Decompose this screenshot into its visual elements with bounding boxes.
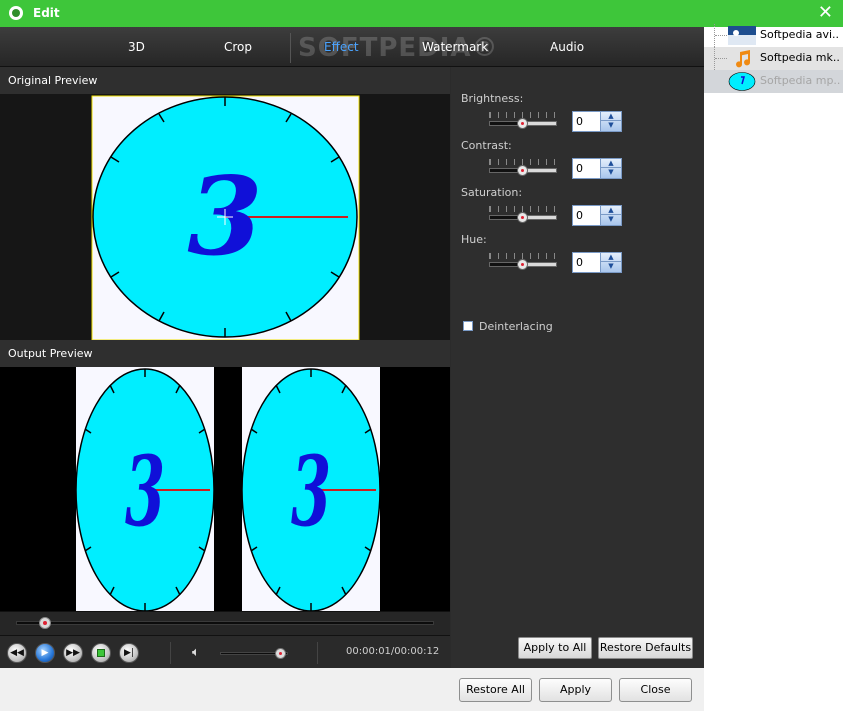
controls-divider: [317, 642, 318, 664]
effect-panel: Brightness: 0 ▲ ▼ Contrast: 0 ▲ ▼ Saturati…: [451, 67, 704, 668]
video-thumbnail-icon: [728, 26, 756, 45]
tab-effect[interactable]: Effect: [324, 40, 359, 54]
output-preview-image: 3 3: [64, 367, 388, 612]
controls-divider: [170, 642, 171, 664]
hue-slider[interactable]: [489, 253, 557, 271]
apply-to-all-button[interactable]: Apply to All: [518, 637, 592, 659]
file-list-item[interactable]: Softpedia avi....: [704, 24, 843, 47]
file-list-item[interactable]: Softpedia mp...: [704, 70, 843, 93]
spin-up-icon[interactable]: ▲: [601, 159, 621, 168]
seek-bar-area: [0, 611, 450, 635]
original-preview-image: 3: [91, 95, 360, 341]
restore-defaults-button[interactable]: Restore Defaults: [598, 637, 693, 659]
clock-thumbnail-icon: [728, 72, 756, 91]
spin-down-icon[interactable]: ▼: [601, 121, 621, 130]
file-name: Softpedia mp...: [760, 74, 840, 87]
spin-down-icon[interactable]: ▼: [601, 262, 621, 271]
window-title: Edit: [33, 6, 60, 20]
music-note-icon: [736, 50, 751, 68]
file-name: Softpedia avi....: [760, 28, 840, 41]
tree-connector: [714, 47, 728, 70]
contrast-label: Contrast:: [461, 139, 512, 152]
tab-crop[interactable]: Crop: [224, 40, 252, 54]
file-list-item[interactable]: Softpedia mk...: [704, 47, 843, 70]
hue-label: Hue:: [461, 233, 487, 246]
spin-up-icon[interactable]: ▲: [601, 253, 621, 262]
editor-area: 3D Crop SOFTPEDIA® Effect Watermark Audi…: [0, 27, 704, 668]
contrast-slider[interactable]: [489, 159, 557, 177]
stop-icon: [97, 649, 105, 657]
brightness-spinner[interactable]: 0 ▲ ▼: [572, 111, 622, 132]
next-frame-icon[interactable]: ▶|: [119, 643, 139, 663]
stop-button[interactable]: [91, 643, 111, 663]
tab-divider: [290, 33, 291, 63]
brightness-slider[interactable]: [489, 112, 557, 130]
seek-track[interactable]: [16, 621, 434, 625]
hue-spinner[interactable]: 0 ▲ ▼: [572, 252, 622, 273]
contrast-spinner[interactable]: 0 ▲ ▼: [572, 158, 622, 179]
spin-up-icon[interactable]: ▲: [601, 206, 621, 215]
preview-panel: Original Preview 3 Output Preview 3 3 ◀◀…: [0, 67, 450, 668]
apply-button[interactable]: Apply: [539, 678, 612, 702]
spin-down-icon[interactable]: ▼: [601, 215, 621, 224]
brightness-label: Brightness:: [461, 92, 524, 105]
brightness-value[interactable]: 0: [576, 115, 583, 128]
play-icon[interactable]: ▶: [35, 643, 55, 663]
original-preview: 3: [0, 94, 450, 341]
restore-all-button[interactable]: Restore All: [459, 678, 532, 702]
output-preview: 3 3: [0, 367, 450, 612]
saturation-value[interactable]: 0: [576, 209, 583, 222]
app-logo-icon: [9, 6, 23, 20]
title-bar: Edit ✕: [0, 0, 843, 27]
file-name: Softpedia mk...: [760, 51, 840, 64]
forward-icon[interactable]: ▶▶: [63, 643, 83, 663]
file-list: Softpedia avi.... Softpedia mk... Softpe…: [704, 24, 843, 711]
tab-audio[interactable]: Audio: [550, 40, 584, 54]
tree-connector: [714, 24, 728, 47]
close-button[interactable]: Close: [619, 678, 692, 702]
deinterlacing-label: Deinterlacing: [479, 320, 553, 333]
hue-value[interactable]: 0: [576, 256, 583, 269]
volume-icon[interactable]: 🔈︎: [192, 645, 208, 661]
saturation-spinner[interactable]: 0 ▲ ▼: [572, 205, 622, 226]
saturation-slider[interactable]: [489, 206, 557, 224]
tab-watermark[interactable]: Watermark: [422, 40, 488, 54]
seek-thumb[interactable]: [39, 617, 52, 629]
playback-controls: ◀◀ ▶ ▶▶ ▶| 🔈︎ 00:00:01/00:00:12: [0, 635, 450, 668]
tab-bar: 3D Crop SOFTPEDIA® Effect Watermark Audi…: [0, 27, 704, 67]
original-preview-header: Original Preview: [0, 67, 450, 94]
output-preview-label: Output Preview: [8, 347, 93, 360]
deinterlacing-checkbox[interactable]: [463, 321, 473, 331]
spin-down-icon[interactable]: ▼: [601, 168, 621, 177]
saturation-label: Saturation:: [461, 186, 523, 199]
tab-3d[interactable]: 3D: [128, 40, 145, 54]
output-numeral-left: 3: [125, 435, 165, 548]
contrast-value[interactable]: 0: [576, 162, 583, 175]
output-preview-header: Output Preview: [0, 340, 450, 367]
volume-thumb[interactable]: [275, 648, 287, 659]
original-preview-label: Original Preview: [8, 74, 98, 87]
time-readout: 00:00:01/00:00:12: [346, 646, 440, 657]
dialog-footer: Restore All Apply Close: [0, 668, 704, 711]
close-icon[interactable]: ✕: [818, 3, 833, 23]
output-numeral-right: 3: [291, 435, 331, 548]
spin-up-icon[interactable]: ▲: [601, 112, 621, 121]
rewind-icon[interactable]: ◀◀: [7, 643, 27, 663]
